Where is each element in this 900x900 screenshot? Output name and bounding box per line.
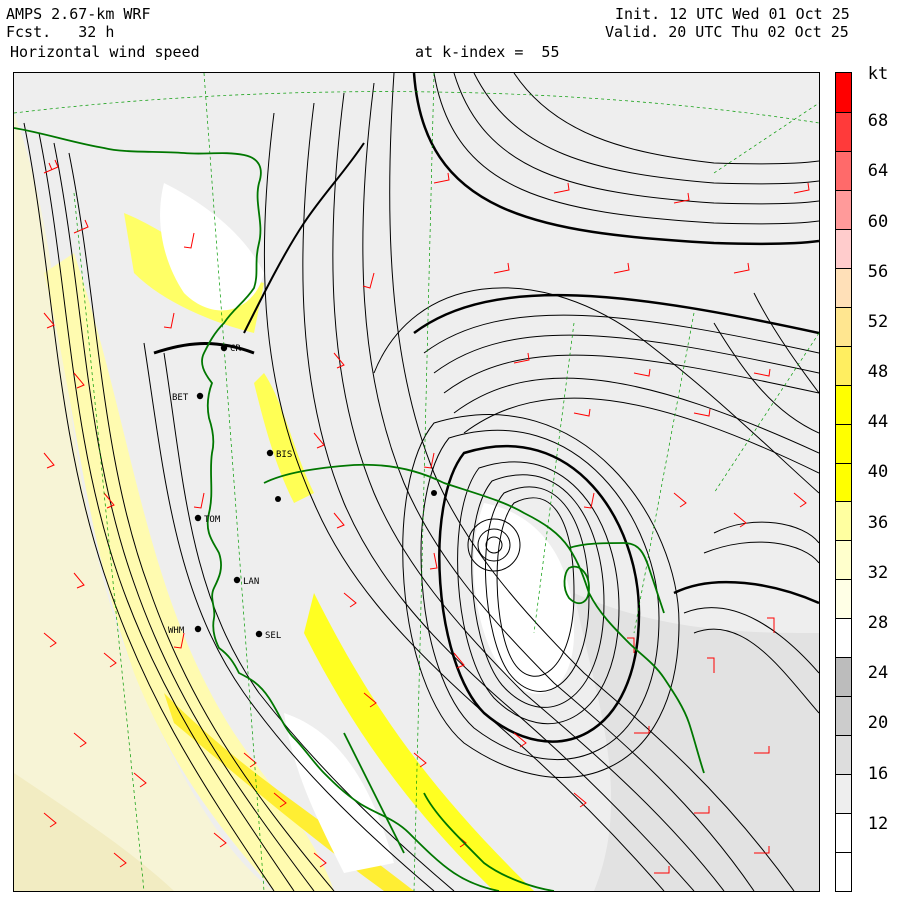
station-dot (275, 496, 281, 502)
color-bar-segment (836, 813, 851, 853)
color-bar-label: 52 (867, 311, 889, 332)
color-bar-label: 36 (867, 512, 889, 533)
forecast-hour: Fcst. 32 h (6, 23, 115, 41)
color-bar-segment (836, 73, 851, 112)
color-bar-segment (836, 189, 851, 229)
color-bar-label: 64 (867, 161, 889, 182)
valid-time: Valid. 20 UTC Thu 02 Oct 25 (605, 23, 849, 41)
color-bar-segment (836, 657, 851, 697)
wind-speed-map: CR BET BIS TOM LAN WHM SEL (13, 72, 820, 892)
color-bar-unit: kt (867, 64, 889, 84)
field-name: Horizontal wind speed (10, 43, 200, 61)
color-bar-label: 12 (867, 813, 889, 834)
color-bar-label: 28 (867, 613, 889, 634)
level-label: at k-index = 55 (415, 43, 560, 61)
color-bar-segment (836, 618, 851, 658)
svg-text:WHM: WHM (168, 626, 185, 636)
station-dot (431, 490, 437, 496)
color-bar-label: 24 (867, 663, 889, 684)
color-bar-segment (836, 345, 851, 385)
color-bar-segment (836, 696, 851, 736)
color-bar-segment (836, 852, 851, 891)
color-bar-segment (836, 540, 851, 580)
color-bar-label: 40 (867, 462, 889, 483)
color-bar-segment (836, 267, 851, 307)
color-bar-label: 20 (867, 713, 889, 734)
color-bar-segment (836, 774, 851, 814)
color-bar-label: 16 (867, 763, 889, 784)
color-bar-segment (836, 228, 851, 268)
svg-text:CR: CR (230, 344, 241, 354)
color-bar-label: 56 (867, 261, 889, 282)
color-bar-label: 60 (867, 211, 889, 232)
init-time: Init. 12 UTC Wed 01 Oct 25 (615, 5, 850, 23)
color-bar-segment (836, 306, 851, 346)
color-bar-segment (836, 111, 851, 151)
svg-text:BIS: BIS (276, 450, 292, 460)
color-bar-segment (836, 735, 851, 775)
color-bar-segment (836, 579, 851, 619)
svg-text:LAN: LAN (243, 577, 259, 587)
svg-text:BET: BET (172, 393, 189, 403)
color-bar-label: 48 (867, 362, 889, 383)
color-bar-segment (836, 384, 851, 424)
svg-text:TOM: TOM (204, 515, 221, 525)
model-title: AMPS 2.67-km WRF (6, 5, 151, 23)
color-bar-label: 44 (867, 412, 889, 433)
color-bar-segment (836, 462, 851, 502)
color-bar (835, 72, 852, 892)
map-canvas: CR BET BIS TOM LAN WHM SEL (14, 73, 819, 891)
color-bar-segment (836, 423, 851, 463)
svg-text:SEL: SEL (265, 631, 281, 641)
wind-speed-shading (14, 73, 819, 891)
color-bar-segment (836, 150, 851, 190)
color-bar-segment (836, 501, 851, 541)
color-bar-label: 32 (867, 562, 889, 583)
color-bar-label: 68 (867, 111, 889, 132)
